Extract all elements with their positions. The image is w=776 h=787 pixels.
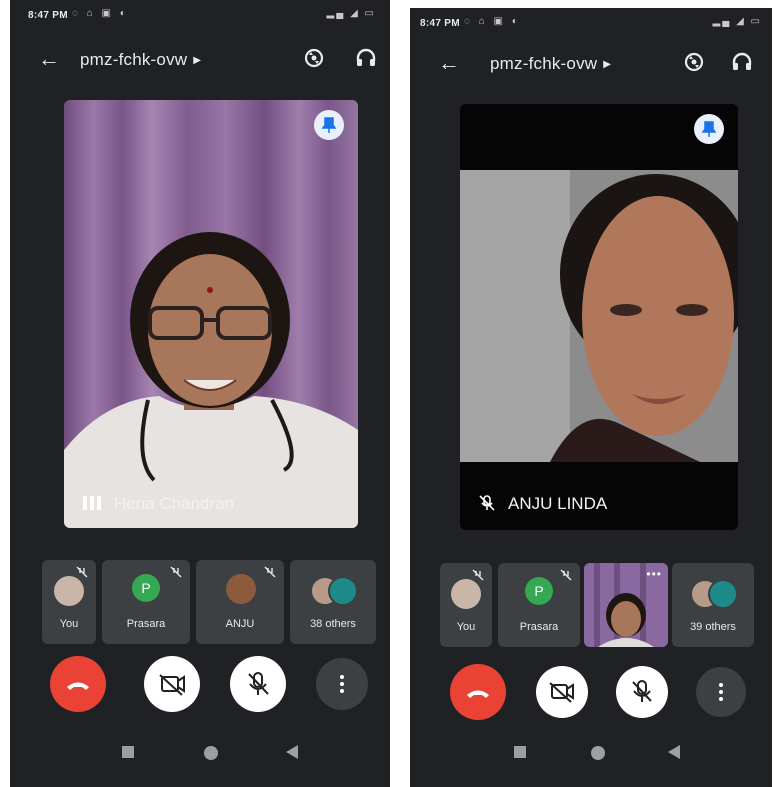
back-arrow-icon[interactable]: ←	[38, 48, 60, 70]
circle-icon	[204, 746, 218, 760]
more-horiz-icon[interactable]: •••	[646, 567, 662, 581]
avatar	[451, 579, 481, 609]
call-controls	[50, 656, 370, 716]
more-options-button[interactable]	[316, 658, 368, 710]
mic-off-icon	[264, 566, 276, 578]
avatar	[328, 576, 358, 606]
phone-screen-left: 8:47 PM ◌ ⌂ ▣ ◐ ▂▄ ◢ ▭ ← pmz-fchk-ovw ▶	[10, 0, 390, 787]
end-call-icon	[467, 690, 489, 698]
speaker-name-label: ANJU LINDA	[508, 494, 608, 513]
meeting-code-text: pmz-fchk-ovw	[490, 54, 598, 73]
recents-button[interactable]	[122, 745, 134, 763]
participant-label: ANJU	[225, 618, 255, 630]
back-button[interactable]	[286, 745, 298, 764]
triangle-back-icon	[286, 745, 298, 759]
audio-wave-icon	[83, 496, 101, 510]
home-button[interactable]	[590, 745, 606, 766]
pin-button[interactable]	[314, 110, 344, 140]
end-call-icon	[67, 682, 89, 690]
participant-tile-prasara[interactable]: P Prasara	[498, 563, 580, 647]
participant-tile-you[interactable]: You	[440, 563, 492, 647]
phone-screen-right: 8:47 PM ◌ ⌂ ▣ ◐ ▂▄ ◢ ▭ ← pmz-fchk-ovw ▶	[410, 8, 772, 787]
call-controls	[450, 664, 750, 724]
end-call-button[interactable]	[450, 664, 506, 720]
notification-icons: ◌ ⌂ ▣ ◐	[72, 8, 129, 19]
participant-label: Prasara	[126, 618, 166, 630]
microphone-toggle-button[interactable]	[230, 656, 286, 712]
meeting-code[interactable]: pmz-fchk-ovw ▶	[80, 50, 201, 70]
signal-battery-icons: ▂▄ ◢ ▭	[712, 16, 762, 27]
meeting-code[interactable]: pmz-fchk-ovw ▶	[490, 54, 611, 74]
participant-label: Prasara	[519, 621, 559, 633]
more-vert-icon	[719, 683, 723, 701]
participant-label: You	[59, 618, 79, 630]
system-nav-bar	[10, 727, 390, 787]
avatar	[708, 579, 738, 609]
switch-camera-icon[interactable]	[682, 50, 706, 74]
avatar	[54, 576, 84, 606]
camera-off-icon	[549, 682, 574, 703]
square-icon	[122, 746, 134, 758]
participant-label: 38 others	[310, 618, 356, 630]
participant-tile-self-video[interactable]: •••	[584, 563, 668, 647]
mic-off-icon	[170, 566, 182, 578]
end-call-button[interactable]	[50, 656, 106, 712]
participant-tile-anju[interactable]: ANJU	[196, 560, 284, 644]
participant-strip: You P Prasara ANJU 38 others	[42, 560, 380, 644]
mic-off-icon	[479, 495, 495, 511]
status-time: 8:47 PM	[420, 18, 460, 29]
mic-off-icon	[632, 680, 652, 702]
participant-tile-you[interactable]: You	[42, 560, 96, 644]
notification-icons: ◌ ⌂ ▣ ◐	[464, 16, 521, 27]
participant-tile-others[interactable]: 38 others	[290, 560, 376, 644]
meeting-header: ← pmz-fchk-ovw ▶	[410, 48, 772, 84]
main-video-tile[interactable]: Hena Chandran	[64, 100, 358, 528]
more-vert-icon	[340, 675, 344, 693]
meeting-code-text: pmz-fchk-ovw	[80, 50, 188, 69]
status-time: 8:47 PM	[28, 10, 68, 21]
participant-tile-prasara[interactable]: P Prasara	[102, 560, 190, 644]
participant-tile-others[interactable]: 39 others	[672, 563, 754, 647]
headphones-icon[interactable]	[354, 46, 378, 70]
caret-right-icon: ▶	[193, 55, 202, 67]
pin-button[interactable]	[694, 114, 724, 144]
back-button[interactable]	[668, 745, 680, 764]
status-bar: 8:47 PM ◌ ⌂ ▣ ◐ ▂▄ ◢ ▭	[10, 0, 390, 30]
participant-video	[460, 104, 738, 530]
camera-toggle-button[interactable]	[536, 666, 588, 718]
pin-icon	[701, 121, 717, 137]
status-bar: 8:47 PM ◌ ⌂ ▣ ◐ ▂▄ ◢ ▭	[410, 8, 772, 38]
circle-icon	[591, 746, 605, 760]
participant-video	[64, 100, 358, 528]
speaker-name-label: Hena Chandran	[114, 494, 235, 513]
mic-off-icon	[472, 569, 484, 581]
signal-battery-icons: ▂▄ ◢ ▭	[326, 8, 376, 19]
mic-off-icon	[248, 672, 269, 695]
camera-off-icon	[159, 674, 185, 696]
participant-label: You	[456, 621, 476, 633]
participant-strip: You P Prasara ••• 39 others	[440, 563, 770, 647]
meeting-header: ← pmz-fchk-ovw ▶	[10, 44, 390, 80]
mic-off-icon	[560, 569, 572, 581]
back-arrow-icon[interactable]: ←	[438, 52, 460, 74]
system-nav-bar	[410, 727, 772, 787]
camera-toggle-button[interactable]	[144, 656, 200, 712]
switch-camera-icon[interactable]	[302, 46, 326, 70]
microphone-toggle-button[interactable]	[616, 666, 668, 718]
square-icon	[514, 746, 526, 758]
avatar-initial: P	[525, 577, 553, 605]
triangle-back-icon	[668, 745, 680, 759]
pin-icon	[321, 117, 337, 133]
home-button[interactable]	[203, 745, 219, 766]
headphones-icon[interactable]	[730, 50, 754, 74]
mic-off-icon	[76, 566, 88, 578]
main-video-tile[interactable]: ANJU LINDA	[460, 104, 738, 530]
recents-button[interactable]	[514, 745, 526, 763]
avatar-initial: P	[132, 574, 160, 602]
more-options-button[interactable]	[696, 667, 746, 717]
participant-label: 39 others	[690, 621, 736, 633]
caret-right-icon: ▶	[603, 59, 612, 71]
avatar	[226, 574, 256, 604]
